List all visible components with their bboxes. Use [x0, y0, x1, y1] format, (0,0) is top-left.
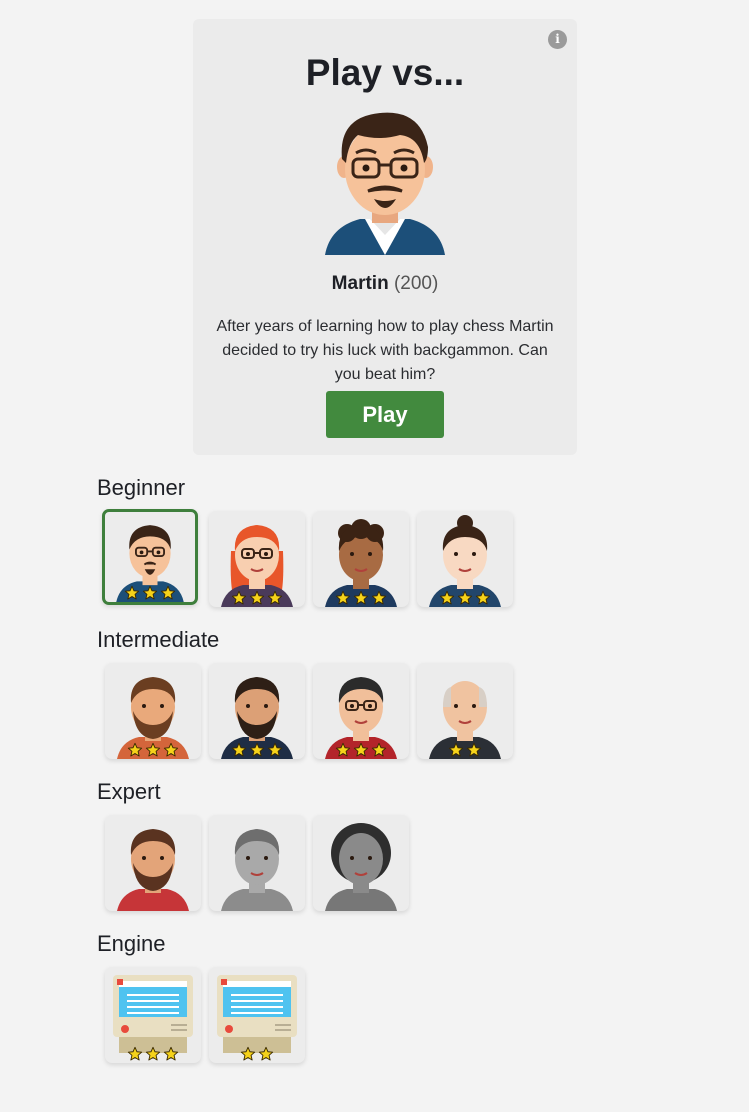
difficulty-stars [313, 742, 409, 758]
star-icon [465, 742, 483, 759]
star-icon [162, 742, 180, 759]
star-icon [230, 590, 248, 607]
star-icon [266, 590, 284, 607]
opponent-name: Martin [331, 273, 389, 294]
opponent-tile-bearded-man-plaid[interactable] [105, 815, 201, 911]
featured-opponent-card: i Play vs... Martin (200) After years of… [193, 19, 577, 455]
opponent-rating: (200) [393, 273, 439, 294]
star-icon [123, 585, 141, 602]
opponent-avatar-large [325, 112, 445, 255]
difficulty-stars [417, 590, 513, 606]
opponent-description: After years of learning how to play ches… [216, 318, 554, 383]
star-icon [456, 590, 474, 607]
difficulty-stars [417, 742, 513, 758]
opponent-tile-computer[interactable] [105, 967, 201, 1063]
opponent-tile-gray-man-locked[interactable] [209, 815, 305, 911]
star-icon [266, 742, 284, 759]
opponent-tile-redhead-woman-glasses[interactable] [209, 511, 305, 607]
star-icon [438, 590, 456, 607]
opponent-tile-glasses-man-red[interactable] [313, 663, 409, 759]
opponent-tile-bun-girl[interactable] [417, 511, 513, 607]
star-icon [248, 590, 266, 607]
section-label-engine: Engine [97, 931, 166, 956]
star-icon [248, 742, 266, 759]
star-icon [334, 742, 352, 759]
info-icon[interactable]: i [548, 30, 567, 49]
difficulty-stars [105, 742, 201, 758]
star-icon [370, 590, 388, 607]
play-button[interactable]: Play [326, 391, 444, 438]
opponent-tile-gray-woman-locked[interactable] [313, 815, 409, 911]
opponent-name-line: Martin (200) [193, 273, 577, 295]
star-icon [126, 742, 144, 759]
opponent-tile-old-man-suit[interactable] [417, 663, 513, 759]
star-icon [144, 742, 162, 759]
opponent-tile-bearded-man-orange[interactable] [105, 663, 201, 759]
star-icon [230, 742, 248, 759]
star-icon [126, 1046, 144, 1063]
difficulty-stars [209, 1046, 305, 1062]
star-icon [257, 1046, 275, 1063]
star-icon [239, 1046, 257, 1063]
star-icon [334, 590, 352, 607]
section-label-expert: Expert [97, 779, 161, 804]
star-icon [141, 585, 159, 602]
opponent-tile-bearded-man-suit[interactable] [209, 663, 305, 759]
star-icon [352, 590, 370, 607]
difficulty-stars [105, 585, 195, 601]
star-icon [144, 1046, 162, 1063]
difficulty-stars [105, 1046, 201, 1062]
opponent-tile-martin[interactable] [102, 509, 198, 605]
difficulty-stars [209, 742, 305, 758]
difficulty-stars [313, 590, 409, 606]
section-label-intermediate: Intermediate [97, 627, 220, 652]
star-icon [474, 590, 492, 607]
star-icon [352, 742, 370, 759]
star-icon [447, 742, 465, 759]
star-icon [159, 585, 177, 602]
star-icon [370, 742, 388, 759]
opponent-tile-computer[interactable] [209, 967, 305, 1063]
page-title: Play vs... [305, 52, 465, 93]
star-icon [162, 1046, 180, 1063]
section-label-beginner: Beginner [97, 475, 186, 500]
difficulty-stars [209, 590, 305, 606]
opponent-tile-curly-boy[interactable] [313, 511, 409, 607]
